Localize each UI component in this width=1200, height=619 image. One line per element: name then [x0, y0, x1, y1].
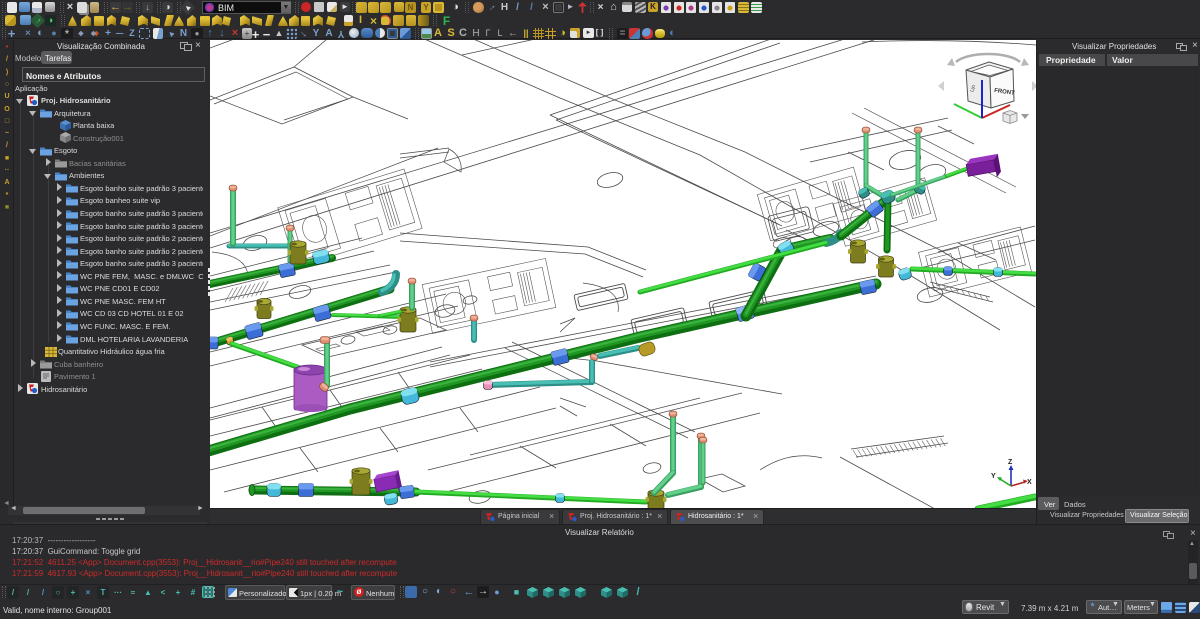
- svg-text:Y: Y: [991, 473, 996, 480]
- svg-text:Z: Z: [1008, 459, 1013, 466]
- svg-text:X: X: [1027, 479, 1032, 486]
